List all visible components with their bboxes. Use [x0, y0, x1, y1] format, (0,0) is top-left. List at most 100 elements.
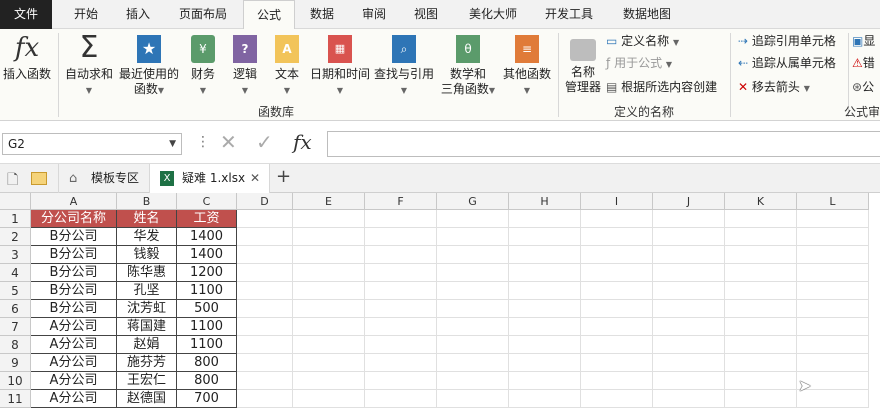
empty-cell[interactable] [293, 264, 365, 282]
empty-cell[interactable] [653, 354, 725, 372]
table-cell[interactable]: 800 [177, 354, 237, 372]
row-header-1[interactable]: 1 [0, 210, 31, 228]
menu-tab-page-layout[interactable]: 页面布局 [168, 0, 238, 29]
cancel-icon[interactable]: ✕ [220, 130, 237, 154]
empty-cell[interactable] [293, 210, 365, 228]
table-cell[interactable]: 1100 [177, 318, 237, 336]
table-cell[interactable]: 钱毅 [117, 246, 177, 264]
row-header-3[interactable]: 3 [0, 246, 31, 264]
empty-cell[interactable] [437, 282, 509, 300]
empty-cell[interactable] [581, 300, 653, 318]
empty-cell[interactable] [293, 336, 365, 354]
column-header-C[interactable]: C [177, 193, 237, 210]
empty-cell[interactable] [293, 282, 365, 300]
row-header-4[interactable]: 4 [0, 264, 31, 282]
empty-cell[interactable] [365, 372, 437, 390]
empty-cell[interactable] [581, 264, 653, 282]
table-cell[interactable]: A分公司 [31, 390, 117, 408]
empty-cell[interactable] [581, 390, 653, 408]
name-manager-button[interactable]: 名称 管理器 [562, 39, 604, 95]
column-header-B[interactable]: B [117, 193, 177, 210]
empty-cell[interactable] [797, 264, 869, 282]
empty-cell[interactable] [437, 300, 509, 318]
insert-function-button[interactable]: fx 插入函数 [0, 31, 54, 82]
empty-cell[interactable] [725, 282, 797, 300]
column-header-J[interactable]: J [653, 193, 725, 210]
tab-file[interactable]: X 疑难 1.xlsx ✕ [150, 164, 270, 193]
menu-tab-insert[interactable]: 插入 [112, 0, 164, 29]
empty-cell[interactable] [581, 372, 653, 390]
table-cell[interactable]: 王宏仁 [117, 372, 177, 390]
empty-cell[interactable] [725, 264, 797, 282]
empty-cell[interactable] [365, 336, 437, 354]
column-header-G[interactable]: G [437, 193, 509, 210]
math-button[interactable]: θ 数学和 三角函数▼ [436, 31, 500, 98]
spreadsheet-grid[interactable]: ABCDEFGHIJKL 1 2 3 4 5 6 7 8 9 10 11 分公司名称 姓名 工资 B分公司… [0, 193, 880, 412]
row-header-5[interactable]: 5 [0, 282, 31, 300]
empty-cell[interactable] [509, 300, 581, 318]
empty-cell[interactable] [237, 282, 293, 300]
empty-cell[interactable] [437, 372, 509, 390]
menu-tab-review[interactable]: 审阅 [348, 0, 400, 29]
empty-cell[interactable] [365, 300, 437, 318]
empty-cell[interactable] [653, 372, 725, 390]
row-header-9[interactable]: 9 [0, 354, 31, 372]
empty-cell[interactable] [237, 318, 293, 336]
table-cell[interactable]: 赵娟 [117, 336, 177, 354]
empty-cell[interactable] [797, 246, 869, 264]
empty-cell[interactable] [653, 282, 725, 300]
empty-cell[interactable] [437, 318, 509, 336]
empty-cell[interactable] [437, 210, 509, 228]
create-from-selection-button[interactable]: ▤ 根据所选内容创建 [606, 77, 717, 97]
empty-cell[interactable] [237, 264, 293, 282]
empty-cell[interactable] [237, 372, 293, 390]
empty-cell[interactable] [653, 210, 725, 228]
empty-cell[interactable] [581, 282, 653, 300]
table-cell[interactable]: 1400 [177, 228, 237, 246]
empty-cell[interactable] [365, 210, 437, 228]
lookup-button[interactable]: ⌕ 查找与引用 ▼ [372, 31, 436, 98]
menu-tab-home[interactable]: 开始 [60, 0, 112, 29]
menu-tab-beautify[interactable]: 美化大师 [458, 0, 528, 29]
autosum-button[interactable]: Σ 自动求和 ▼ [62, 31, 116, 98]
fx-formula-icon[interactable]: fx [293, 130, 312, 154]
formula-input[interactable] [327, 131, 880, 157]
table-cell[interactable]: 800 [177, 372, 237, 390]
empty-cell[interactable] [725, 318, 797, 336]
column-header-F[interactable]: F [365, 193, 437, 210]
finance-button[interactable]: ¥ 财务 ▼ [184, 31, 222, 98]
empty-cell[interactable] [725, 336, 797, 354]
column-header-L[interactable]: L [797, 193, 869, 210]
row-header-6[interactable]: 6 [0, 300, 31, 318]
empty-cell[interactable] [437, 336, 509, 354]
empty-cell[interactable] [509, 372, 581, 390]
evaluate-formula-button[interactable]: ⊛公 [852, 77, 874, 97]
empty-cell[interactable] [581, 318, 653, 336]
empty-cell[interactable] [509, 390, 581, 408]
empty-cell[interactable] [653, 246, 725, 264]
empty-cell[interactable] [237, 228, 293, 246]
empty-cell[interactable] [725, 354, 797, 372]
empty-cell[interactable] [237, 300, 293, 318]
empty-cell[interactable] [509, 264, 581, 282]
empty-cell[interactable] [653, 264, 725, 282]
table-cell[interactable]: 1200 [177, 264, 237, 282]
empty-cell[interactable] [293, 390, 365, 408]
datetime-button[interactable]: ▦ 日期和时间 ▼ [308, 31, 372, 98]
empty-cell[interactable] [437, 246, 509, 264]
table-cell[interactable]: B分公司 [31, 246, 117, 264]
empty-cell[interactable] [725, 300, 797, 318]
empty-cell[interactable] [653, 336, 725, 354]
empty-cell[interactable] [237, 246, 293, 264]
menu-tab-view[interactable]: 视图 [400, 0, 452, 29]
table-cell[interactable]: 1400 [177, 246, 237, 264]
confirm-icon[interactable]: ✓ [256, 130, 273, 154]
select-all-corner[interactable] [0, 193, 31, 210]
empty-cell[interactable] [797, 228, 869, 246]
row-header-11[interactable]: 11 [0, 390, 31, 408]
table-cell[interactable]: 陈华惠 [117, 264, 177, 282]
empty-cell[interactable] [797, 282, 869, 300]
table-cell[interactable]: 孔坚 [117, 282, 177, 300]
empty-cell[interactable] [293, 300, 365, 318]
empty-cell[interactable] [365, 282, 437, 300]
